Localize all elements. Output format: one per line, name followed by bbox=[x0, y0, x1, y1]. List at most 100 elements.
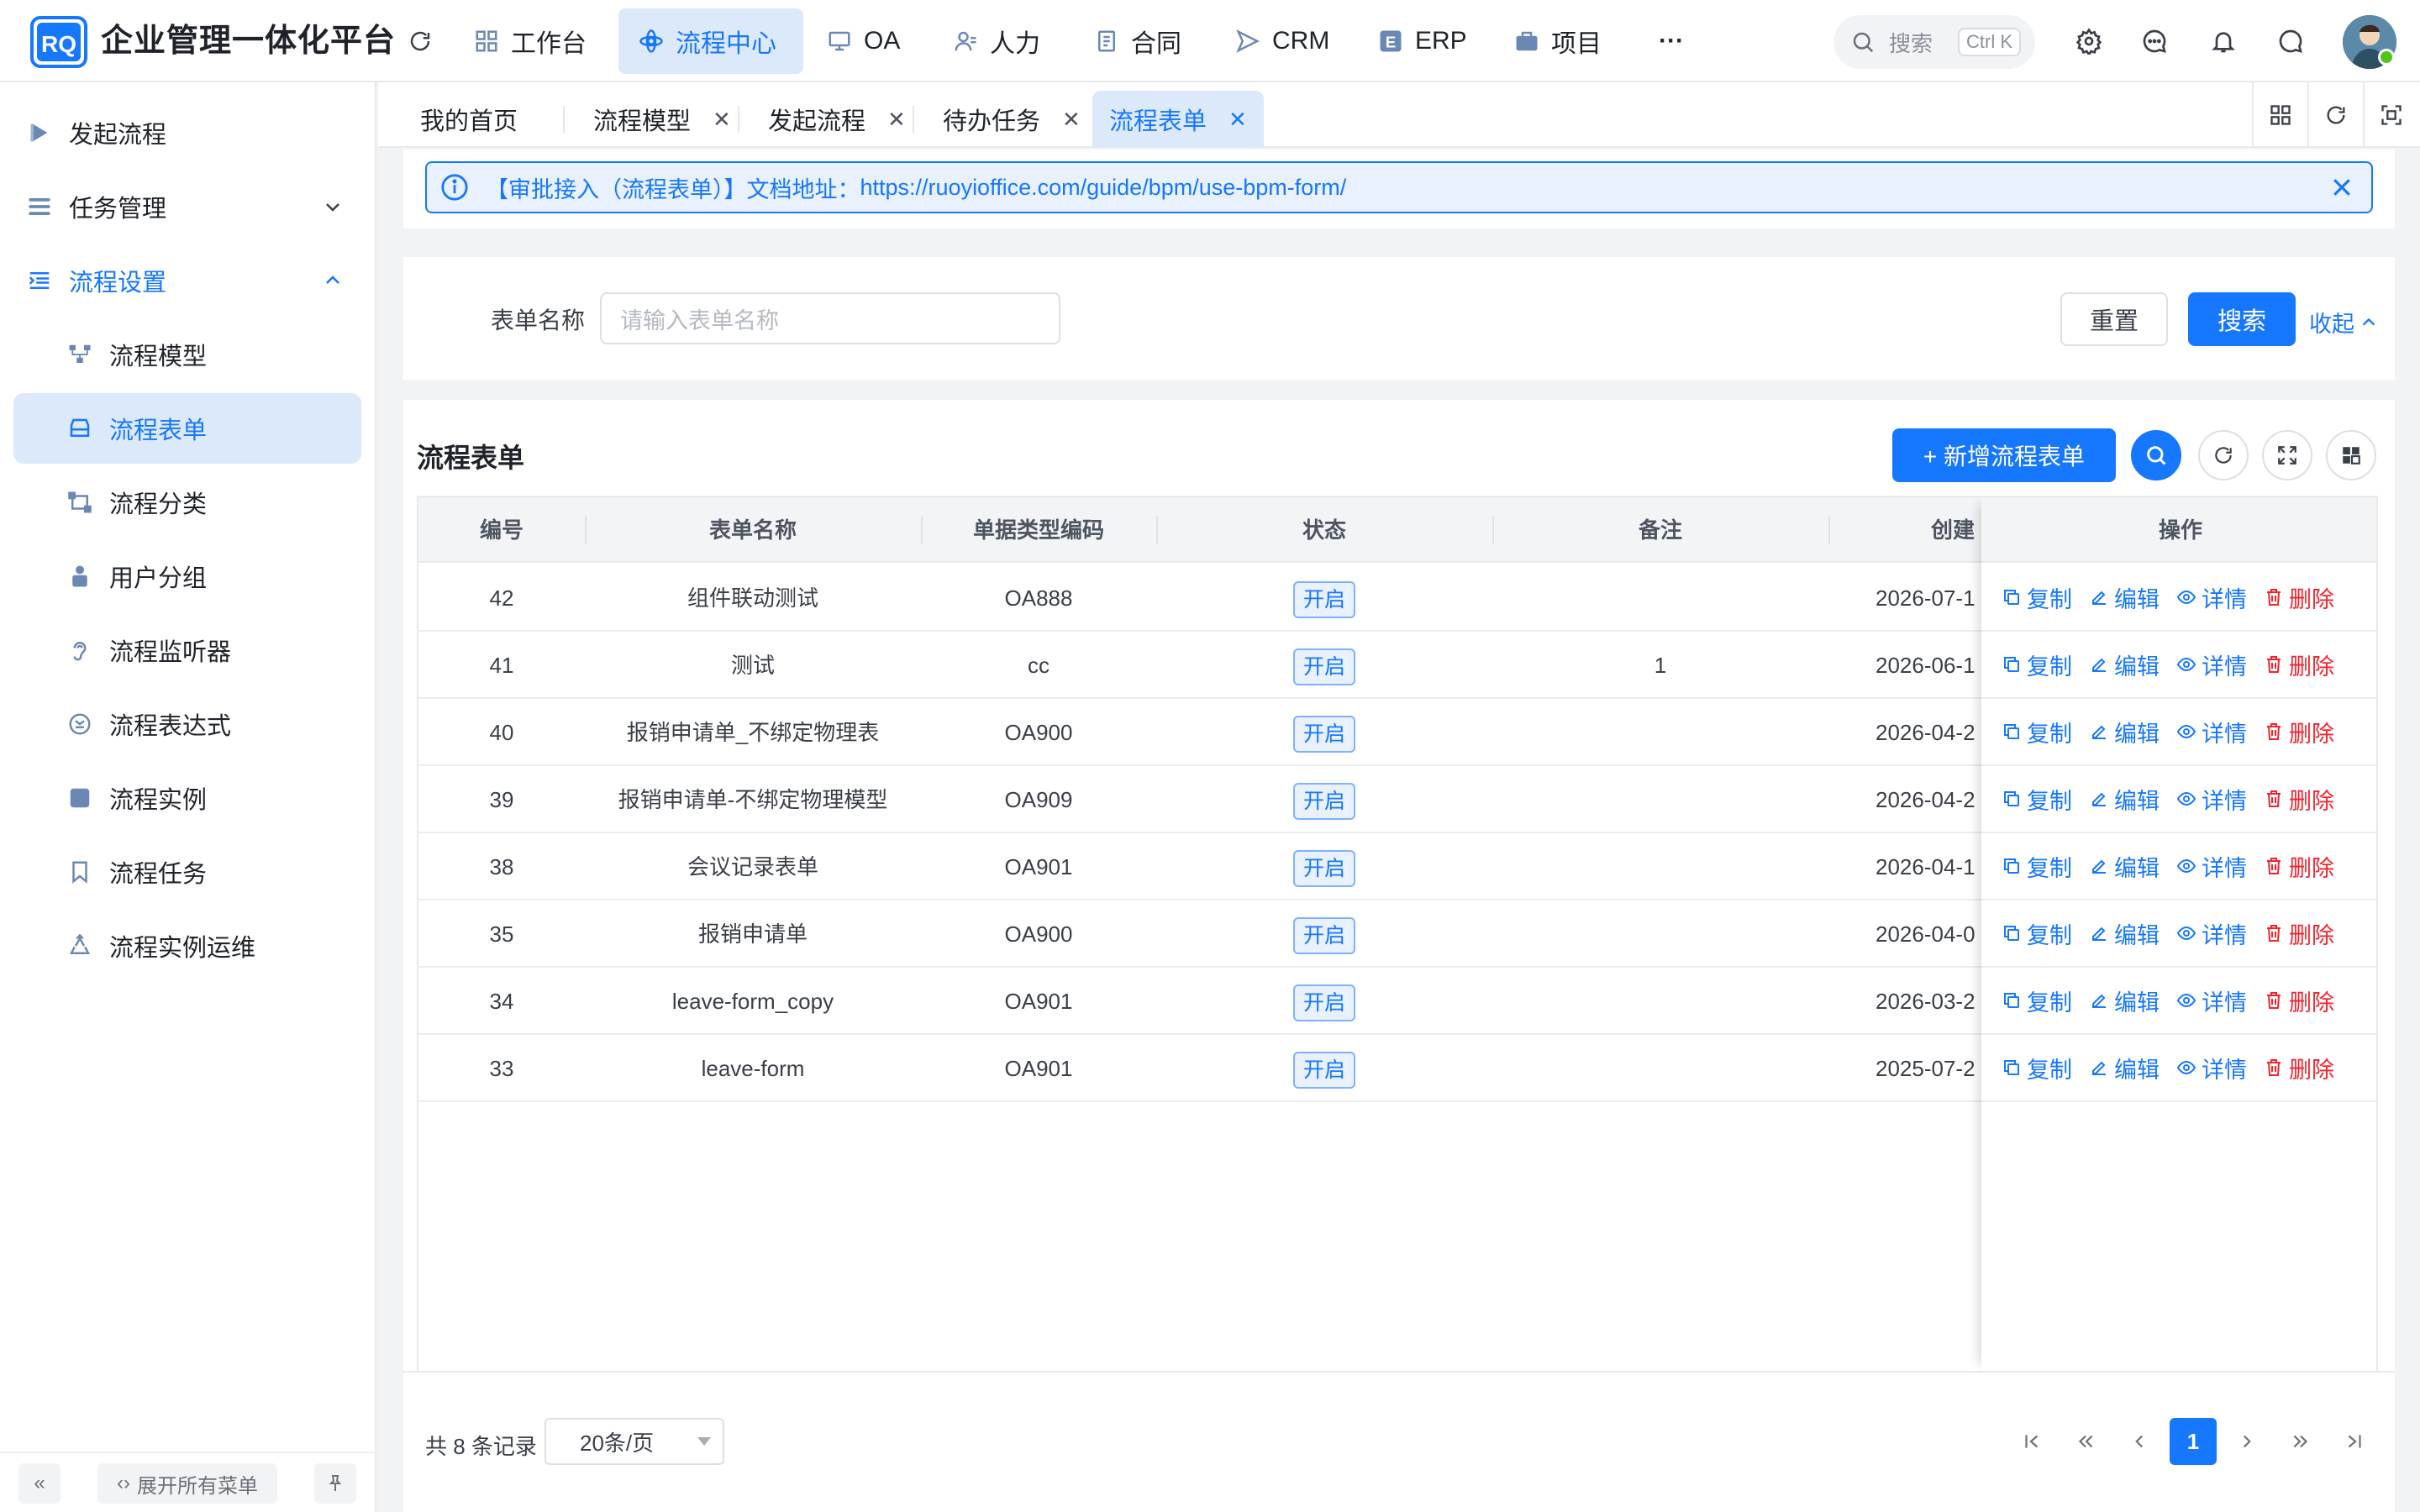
column-header-status[interactable]: 状态 bbox=[1156, 497, 1492, 563]
app-logo[interactable]: RQ bbox=[30, 16, 87, 68]
column-settings-button[interactable] bbox=[2326, 430, 2376, 480]
sidebar-item-process-instance[interactable]: 流程实例 bbox=[13, 763, 361, 833]
detail-button[interactable]: 详情 bbox=[2176, 1052, 2247, 1084]
tab-grid-icon[interactable] bbox=[2252, 82, 2307, 148]
tab-process-model[interactable]: 流程模型 ✕ bbox=[576, 91, 748, 148]
reset-button[interactable]: 重置 bbox=[2060, 292, 2168, 346]
nav-more[interactable]: ··· bbox=[1639, 8, 1704, 74]
sidebar-item-instance-ops[interactable]: 流程实例运维 bbox=[13, 911, 361, 981]
column-header-remark[interactable]: 备注 bbox=[1492, 497, 1828, 563]
edit-button[interactable]: 编辑 bbox=[2089, 850, 2160, 883]
delete-button[interactable]: 删除 bbox=[2264, 984, 2334, 1017]
sidebar-item-start-process[interactable]: 发起流程 bbox=[13, 97, 361, 168]
detail-button[interactable]: 详情 bbox=[2176, 716, 2247, 748]
sidebar-item-process-listener[interactable]: 流程监听器 bbox=[13, 615, 361, 685]
next-group-button[interactable] bbox=[2277, 1418, 2324, 1465]
refresh-icon[interactable] bbox=[402, 23, 439, 60]
horizontal-scrollbar[interactable] bbox=[403, 1371, 2395, 1373]
toggle-search-button[interactable] bbox=[2131, 430, 2181, 480]
bell-icon[interactable] bbox=[2205, 23, 2242, 60]
sidebar-item-process-model[interactable]: 流程模型 bbox=[13, 319, 361, 390]
tab-todo-tasks[interactable]: 待办任务 ✕ bbox=[926, 91, 1097, 148]
column-header-name[interactable]: 表单名称 bbox=[585, 497, 921, 563]
expand-all-menus-button[interactable]: ‹› 展开所有菜单 bbox=[97, 1463, 277, 1504]
column-header-code[interactable]: 单据类型编码 bbox=[921, 497, 1156, 563]
delete-button[interactable]: 删除 bbox=[2264, 716, 2334, 748]
first-page-button[interactable] bbox=[2008, 1418, 2055, 1465]
close-icon[interactable]: ✕ bbox=[1228, 107, 1247, 133]
detail-button[interactable]: 详情 bbox=[2176, 850, 2247, 883]
copy-button[interactable]: 复制 bbox=[2002, 716, 2072, 748]
detail-button[interactable]: 详情 bbox=[2176, 917, 2247, 950]
settings-gear-icon[interactable] bbox=[2070, 23, 2107, 60]
last-page-button[interactable] bbox=[2331, 1418, 2378, 1465]
nav-contract[interactable]: 合同 bbox=[1074, 8, 1202, 74]
tab-home[interactable]: 我的首页 bbox=[403, 91, 534, 148]
sidebar-item-process-task[interactable]: 流程任务 bbox=[13, 837, 361, 907]
copy-button[interactable]: 复制 bbox=[2002, 917, 2072, 950]
prev-page-button[interactable] bbox=[2116, 1418, 2163, 1465]
detail-button[interactable]: 详情 bbox=[2176, 783, 2247, 816]
next-page-button[interactable] bbox=[2223, 1418, 2270, 1465]
sidebar-item-process-settings[interactable]: 流程设置 bbox=[13, 245, 361, 316]
sidebar-item-process-expression[interactable]: 流程表达式 bbox=[13, 689, 361, 759]
detail-button[interactable]: 详情 bbox=[2176, 984, 2247, 1017]
delete-button[interactable]: 删除 bbox=[2264, 917, 2334, 950]
page-size-select[interactable]: 20条/页 bbox=[544, 1418, 724, 1465]
delete-button[interactable]: 删除 bbox=[2264, 648, 2334, 681]
delete-button[interactable]: 删除 bbox=[2264, 783, 2334, 816]
detail-button[interactable]: 详情 bbox=[2176, 581, 2247, 614]
close-icon[interactable]: ✕ bbox=[887, 107, 906, 133]
nav-process-center[interactable]: 流程中心 bbox=[618, 8, 803, 74]
tab-process-form[interactable]: 流程表单 ✕ bbox=[1092, 91, 1264, 148]
tab-start-process[interactable]: 发起流程 ✕ bbox=[751, 91, 923, 148]
copy-button[interactable]: 复制 bbox=[2002, 783, 2072, 816]
table-refresh-button[interactable] bbox=[2198, 430, 2249, 480]
close-icon[interactable] bbox=[2329, 175, 2354, 200]
edit-button[interactable]: 编辑 bbox=[2089, 1052, 2160, 1084]
nav-oa[interactable]: OA bbox=[807, 8, 920, 74]
nav-workbench[interactable]: 工作台 bbox=[454, 8, 607, 74]
collapse-sidebar-button[interactable]: « bbox=[18, 1463, 60, 1504]
message-icon[interactable] bbox=[2136, 23, 2173, 60]
sidebar-item-task-management[interactable]: 任务管理 bbox=[13, 171, 361, 242]
nav-hr[interactable]: 人力 bbox=[933, 8, 1060, 74]
close-icon[interactable]: ✕ bbox=[713, 107, 731, 133]
delete-button[interactable]: 删除 bbox=[2264, 850, 2334, 883]
edit-button[interactable]: 编辑 bbox=[2089, 581, 2160, 614]
edit-button[interactable]: 编辑 bbox=[2089, 984, 2160, 1017]
alert-doc-link[interactable]: https://ruoyioffice.com/guide/bpm/use-bp… bbox=[860, 175, 1347, 201]
copy-button[interactable]: 复制 bbox=[2002, 850, 2072, 883]
delete-button[interactable]: 删除 bbox=[2264, 581, 2334, 614]
sidebar-item-process-form[interactable]: 流程表单 bbox=[13, 393, 361, 464]
prev-group-button[interactable] bbox=[2062, 1418, 2109, 1465]
search-button[interactable]: 搜索 bbox=[2188, 292, 2296, 346]
copy-button[interactable]: 复制 bbox=[2002, 648, 2072, 681]
page-number-current[interactable]: 1 bbox=[2170, 1418, 2217, 1465]
edit-button[interactable]: 编辑 bbox=[2089, 917, 2160, 950]
sidebar-item-user-group[interactable]: 用户分组 bbox=[13, 541, 361, 612]
close-icon[interactable]: ✕ bbox=[1062, 107, 1081, 133]
tab-refresh-icon[interactable] bbox=[2307, 82, 2363, 148]
collapse-filter-link[interactable]: 收起 bbox=[2309, 306, 2378, 339]
global-search[interactable]: 搜索 Ctrl K bbox=[1833, 15, 2035, 69]
copy-button[interactable]: 复制 bbox=[2002, 1052, 2072, 1084]
fullscreen-icon[interactable] bbox=[2363, 82, 2418, 148]
edit-button[interactable]: 编辑 bbox=[2089, 648, 2160, 681]
table-fullscreen-button[interactable] bbox=[2262, 430, 2312, 480]
detail-button[interactable]: 详情 bbox=[2176, 648, 2247, 681]
nav-crm[interactable]: CRM bbox=[1215, 8, 1349, 74]
edit-button[interactable]: 编辑 bbox=[2089, 716, 2160, 748]
column-header-id[interactable]: 编号 bbox=[418, 497, 585, 563]
delete-button[interactable]: 删除 bbox=[2264, 1052, 2334, 1084]
nav-project[interactable]: 项目 bbox=[1494, 8, 1622, 74]
nav-erp[interactable]: E ERP bbox=[1358, 8, 1487, 74]
copy-button[interactable]: 复制 bbox=[2002, 984, 2072, 1017]
pin-icon[interactable] bbox=[314, 1463, 356, 1504]
sidebar-item-process-category[interactable]: 流程分类 bbox=[13, 467, 361, 538]
form-name-input[interactable]: 请输入表单名称 bbox=[600, 292, 1060, 344]
add-form-button[interactable]: + 新增流程表单 bbox=[1892, 428, 2116, 482]
chat-icon[interactable] bbox=[2272, 23, 2309, 60]
copy-button[interactable]: 复制 bbox=[2002, 581, 2072, 614]
edit-button[interactable]: 编辑 bbox=[2089, 783, 2160, 816]
